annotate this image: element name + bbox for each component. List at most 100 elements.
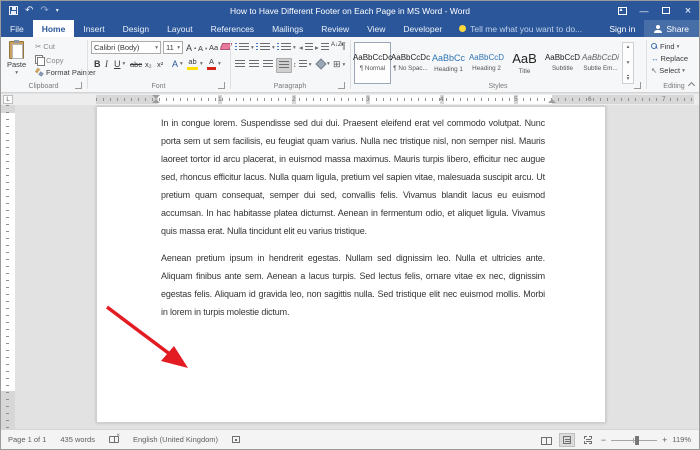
grow-font-button[interactable]: A▴ (186, 43, 196, 53)
gallery-scroll-up-icon[interactable]: ▴ (627, 44, 630, 50)
tab-home[interactable]: Home (33, 20, 75, 37)
font-size-combo[interactable]: 11 ▾ (163, 41, 183, 54)
style-title[interactable]: AaB Title (506, 42, 543, 84)
paragraph[interactable]: In in congue lorem. Suspendisse sed dui … (161, 114, 545, 240)
close-button[interactable]: × (677, 1, 699, 20)
document-text[interactable]: In in congue lorem. Suspendisse sed dui … (161, 114, 545, 321)
align-right-button[interactable] (263, 60, 273, 69)
replace-button[interactable]: ↔ Replace (651, 54, 688, 63)
sign-in-button[interactable]: Sign in (600, 20, 644, 37)
tab-stop-selector[interactable]: L (3, 95, 13, 104)
web-layout-button[interactable] (580, 433, 596, 447)
document-page[interactable]: In in congue lorem. Suspendisse sed dui … (96, 106, 606, 423)
tab-insert[interactable]: Insert (74, 20, 113, 37)
tab-file[interactable]: File (1, 20, 33, 37)
style-no-spacing[interactable]: AaBbCcDc ¶ No Spac... (392, 42, 429, 84)
hanging-indent-marker[interactable] (152, 99, 160, 103)
gallery-scroll-down-icon[interactable]: ▾ (627, 60, 630, 66)
tab-view[interactable]: View (358, 20, 394, 37)
style-normal[interactable]: AaBbCcDc ¶ Normal (354, 42, 391, 84)
superscript-label: x² (157, 60, 163, 69)
select-button[interactable]: ↖ Select ▾ (651, 66, 685, 75)
paragraph-dialog-launcher[interactable] (338, 82, 345, 89)
zoom-slider-thumb[interactable] (635, 436, 639, 445)
tab-design[interactable]: Design (114, 20, 158, 37)
underline-label: U (114, 59, 121, 69)
tell-me-box[interactable]: Tell me what you want to do... (451, 20, 590, 37)
zoom-in-button[interactable]: + (662, 435, 667, 445)
tell-me-label: Tell me what you want to do... (470, 24, 582, 34)
bullets-button[interactable]: ▾ (235, 43, 254, 52)
tab-mailings[interactable]: Mailings (263, 20, 312, 37)
italic-button[interactable]: I (105, 59, 108, 69)
language-indicator[interactable]: English (United Kingdom) (126, 430, 225, 449)
font-dialog-launcher[interactable] (218, 82, 225, 89)
customize-qat-icon[interactable]: ▾ (56, 8, 59, 14)
strikethrough-button[interactable]: abc (130, 60, 142, 69)
subscript-button[interactable]: x₂ (145, 60, 152, 69)
decrease-indent-icon: ◂ (299, 43, 303, 52)
font-name-combo[interactable]: Calibri (Body) ▾ (91, 41, 161, 54)
align-left-button[interactable] (235, 60, 245, 69)
zoom-slider[interactable] (611, 435, 657, 445)
share-button[interactable]: Share (644, 20, 699, 37)
show-hide-pilcrow-button[interactable]: ¶ (341, 41, 346, 51)
align-center-button[interactable] (249, 60, 259, 69)
cut-button[interactable]: ✂ Cut (35, 42, 55, 51)
restore-button[interactable] (655, 1, 677, 20)
group-paragraph: ▾ ▾ ▾ ◂ ▸ A↓Z ¶ ↕▾ ▾ ⊞▾ Paragraph (231, 37, 349, 92)
style-heading-2[interactable]: AaBbCcD Heading 2 (468, 42, 505, 84)
shading-button[interactable]: ▾ (317, 60, 330, 68)
style-name: ¶ No Spac... (393, 65, 428, 72)
line-spacing-button[interactable]: ↕▾ (293, 60, 312, 69)
page-number-indicator[interactable]: Page 1 of 1 (1, 430, 53, 449)
minimize-button[interactable]: — (633, 1, 655, 20)
undo-icon[interactable]: ↶ (25, 6, 33, 16)
superscript-button[interactable]: x² (157, 60, 163, 69)
print-layout-button[interactable] (559, 433, 575, 447)
shrink-font-button[interactable]: A▾ (198, 44, 207, 53)
zoom-level-indicator[interactable]: 119% (672, 435, 691, 444)
underline-button[interactable]: U▾ (114, 59, 125, 69)
multilevel-dropdown-icon: ▾ (293, 45, 296, 51)
tab-review[interactable]: Review (312, 20, 358, 37)
font-color-button[interactable]: A ▾ (207, 58, 221, 70)
tab-layout[interactable]: Layout (158, 20, 202, 37)
gallery-expand-icon[interactable]: ▾ (627, 75, 630, 82)
multilevel-list-icon (281, 43, 291, 52)
grow-font-label: A (186, 43, 192, 53)
right-indent-marker[interactable] (548, 99, 556, 103)
text-effects-button[interactable]: A▾ (172, 59, 183, 69)
paragraph[interactable]: Aenean pretium ipsum in hendrerit egesta… (161, 249, 545, 321)
macro-recording-indicator[interactable] (225, 430, 247, 449)
read-mode-button[interactable] (538, 433, 554, 447)
clipboard-dialog-launcher[interactable] (75, 82, 82, 89)
ribbon-display-options-button[interactable] (611, 1, 633, 20)
tab-developer[interactable]: Developer (394, 20, 451, 37)
copy-button[interactable]: Copy (35, 55, 64, 65)
ruler-number: 3 (366, 95, 370, 104)
bold-button[interactable]: B (94, 59, 101, 69)
style-heading-1[interactable]: AaBbCc Heading 1 (430, 42, 467, 84)
multilevel-list-button[interactable]: ▾ (277, 43, 296, 52)
proofing-errors-indicator[interactable] (102, 430, 126, 449)
style-subtitle[interactable]: AaBbCcD Subtitle (544, 42, 581, 84)
zoom-out-button[interactable]: − (601, 435, 606, 445)
tab-references[interactable]: References (202, 20, 263, 37)
paste-button[interactable]: Paste ▾ (7, 41, 26, 76)
find-button[interactable]: Find ▾ (651, 42, 679, 51)
word-count-indicator[interactable]: 435 words (53, 430, 102, 449)
borders-button[interactable]: ⊞▾ (333, 59, 345, 70)
decrease-indent-button[interactable]: ◂ (299, 43, 313, 52)
highlight-button[interactable]: ab ▾ (187, 58, 203, 70)
window-title: How to Have Different Footer on Each Pag… (1, 6, 699, 16)
save-icon[interactable] (9, 6, 18, 15)
justify-button[interactable] (276, 58, 292, 73)
replace-icon: ↔ (651, 54, 659, 63)
redo-icon[interactable]: ↷ (40, 6, 48, 16)
increase-indent-button[interactable]: ▸ (315, 43, 329, 52)
align-center-icon (249, 60, 259, 69)
style-subtle-emphasis[interactable]: AaBbCcDi Subtle Em... (582, 42, 619, 84)
numbering-button[interactable]: ▾ (256, 43, 275, 52)
styles-dialog-launcher[interactable] (634, 82, 641, 89)
